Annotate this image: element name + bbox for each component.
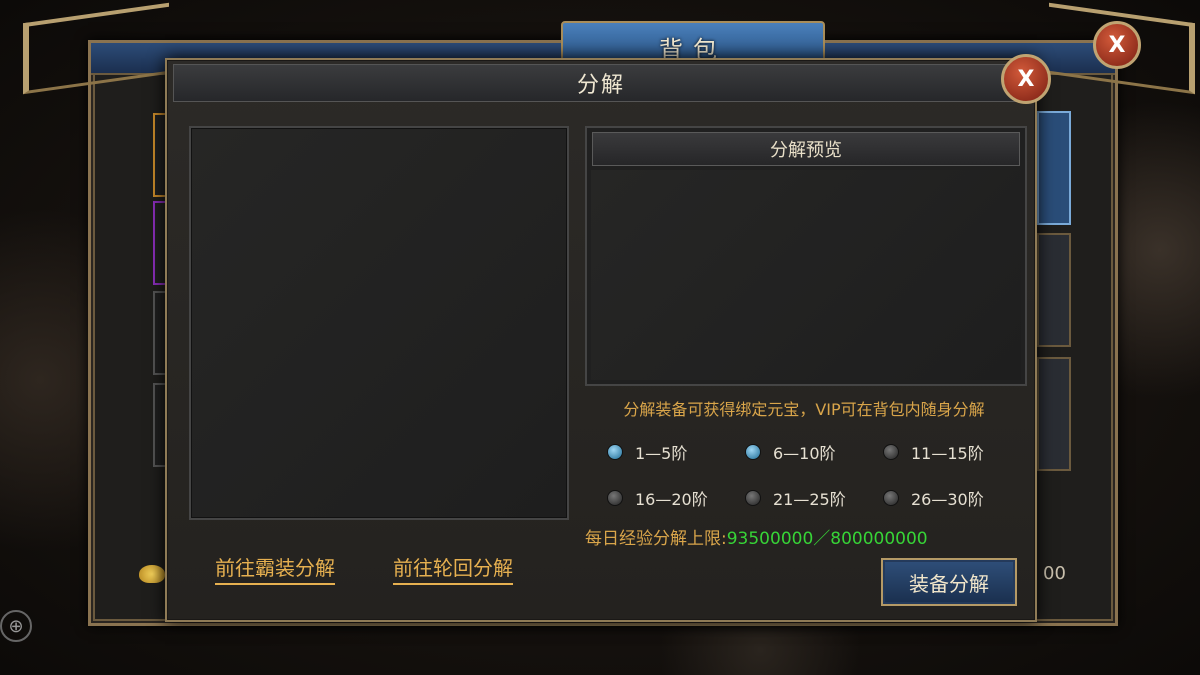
daily-limit-value: 93500000／800000000 xyxy=(726,529,928,549)
backpack-side-tab[interactable] xyxy=(1037,111,1071,225)
radio-unchecked-icon[interactable] xyxy=(745,490,761,506)
daily-limit-label: 每日经验分解上限: xyxy=(585,529,727,549)
rank-option-6-10[interactable]: 6—10阶 xyxy=(745,440,883,464)
rank-option-16-20[interactable]: 16—20阶 xyxy=(607,486,745,510)
rank-option-1-5[interactable]: 1—5阶 xyxy=(607,440,745,464)
radio-unchecked-icon[interactable] xyxy=(883,444,899,460)
rank-filter-group: 1—5阶 6—10阶 11—15阶 16—20阶 21—25阶 26—30阶 xyxy=(607,440,1027,510)
rank-option-11-15[interactable]: 11—15阶 xyxy=(883,440,1021,464)
decompose-titlebar: 分解 xyxy=(173,64,1029,102)
currency-amount-fragment: 00 xyxy=(1043,563,1066,584)
rank-label: 16—20阶 xyxy=(635,490,708,509)
backpack-close-button[interactable]: X xyxy=(1093,21,1141,69)
rank-label: 26—30阶 xyxy=(911,490,984,509)
rank-label: 1—5阶 xyxy=(635,444,688,463)
goto-lunhui-decompose-link[interactable]: 前往轮回分解 xyxy=(393,552,513,585)
rank-label: 21—25阶 xyxy=(773,490,846,509)
decompose-info-text: 分解装备可获得绑定元宝，VIP可在背包内随身分解 xyxy=(623,400,985,419)
rank-option-26-30[interactable]: 26—30阶 xyxy=(883,486,1021,510)
gold-ingot-icon xyxy=(139,565,165,583)
decompose-dialog: 分解 X 分解预览 分解装备可获得绑定元宝，VIP可在背包内随身分解 1—5阶 … xyxy=(165,54,1051,622)
decompose-close-button[interactable]: X xyxy=(1001,54,1051,104)
floating-menu-icon[interactable]: ⊕ xyxy=(0,610,32,642)
daily-limit: 每日经验分解上限:93500000／800000000 xyxy=(585,524,928,549)
backpack-side-tab[interactable] xyxy=(1037,357,1071,471)
rank-label: 6—10阶 xyxy=(773,444,836,463)
preview-header: 分解预览 xyxy=(592,132,1020,166)
rank-option-21-25[interactable]: 21—25阶 xyxy=(745,486,883,510)
preview-area xyxy=(591,170,1021,380)
decompose-preview-panel: 分解预览 xyxy=(585,126,1027,386)
radio-unchecked-icon[interactable] xyxy=(607,490,623,506)
radio-checked-icon[interactable] xyxy=(745,444,761,460)
equipment-decompose-button[interactable]: 装备分解 xyxy=(881,558,1017,606)
backpack-side-tab[interactable] xyxy=(1037,233,1071,347)
radio-unchecked-icon[interactable] xyxy=(883,490,899,506)
equipment-list-panel[interactable] xyxy=(189,126,569,520)
radio-checked-icon[interactable] xyxy=(607,444,623,460)
rank-label: 11—15阶 xyxy=(911,444,984,463)
goto-bazhuang-decompose-link[interactable]: 前往霸装分解 xyxy=(215,552,335,585)
decompose-title: 分解 xyxy=(576,73,625,98)
preview-title: 分解预览 xyxy=(770,140,842,161)
